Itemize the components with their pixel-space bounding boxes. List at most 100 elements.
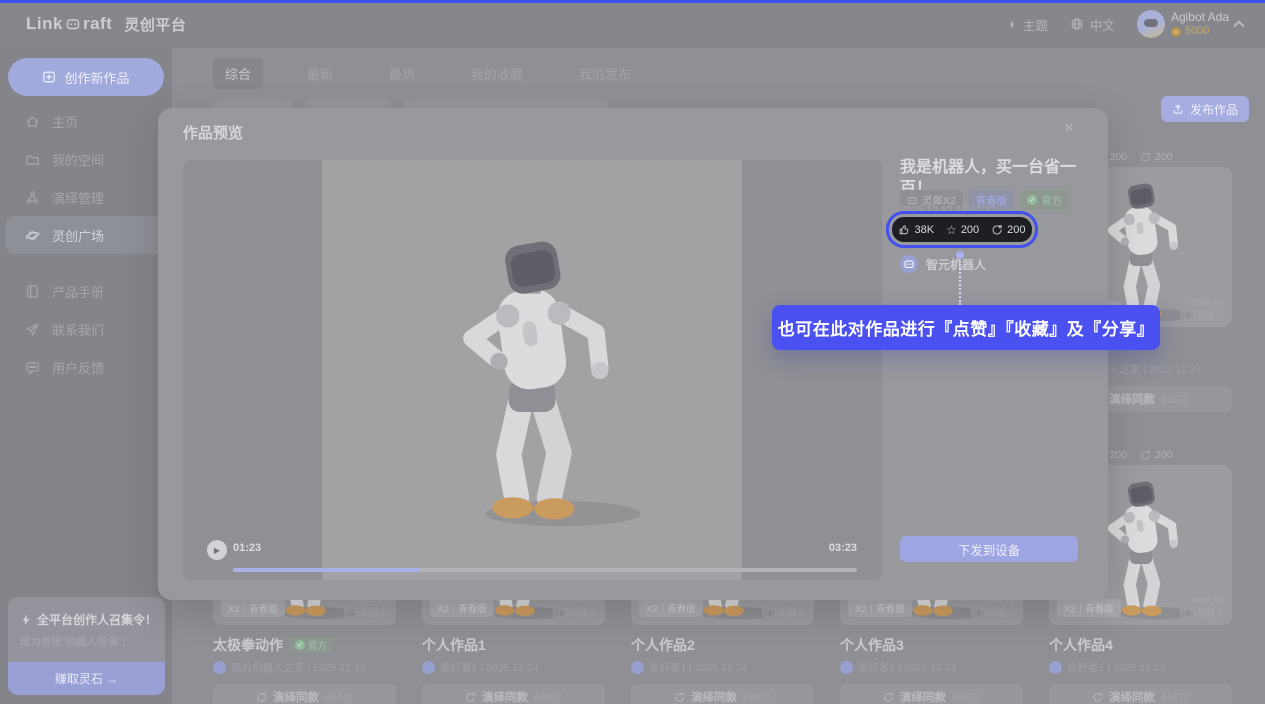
sidebar: 创作新作品 主页 我的空间 演绎管理 灵创广场 产品手册: [0, 48, 172, 704]
work-preview-modal: 作品预览 × ▶ 01:23 03:23 我是机器人，买一台省一百！ 灵犀X2 …: [158, 108, 1108, 600]
folder-icon: [25, 152, 40, 167]
coin-icon: [1171, 27, 1181, 37]
current-time: 01:23: [233, 542, 261, 554]
model-tag: X2｜青春版: [1057, 599, 1121, 617]
book-icon: [25, 284, 40, 299]
connector-dot: [956, 251, 964, 259]
planet-icon: [25, 228, 40, 243]
total-time: 03:23: [829, 542, 857, 554]
author-avatar: [213, 661, 226, 674]
sidebar-item-my-space[interactable]: 我的空间: [0, 140, 172, 178]
reuse-button[interactable]: 演绎同款666次: [631, 684, 814, 704]
language-selector[interactable]: 中文: [1070, 15, 1115, 34]
user-menu[interactable]: Agibot Ada 5000: [1137, 10, 1243, 39]
promo-title: 全平台创作人召集令！: [20, 611, 165, 628]
connector-dashed-line: [959, 261, 961, 305]
card-title: 个人作品1: [422, 635, 486, 655]
progress-bar[interactable]: [233, 568, 857, 572]
card-title: 个人作品3: [840, 635, 904, 655]
share-stat: 200: [1140, 151, 1173, 163]
loop-icon: [674, 692, 685, 703]
check-icon: ✓: [295, 640, 305, 650]
card-author: 爱好者1 | 2025.12.24: [840, 660, 1023, 675]
close-icon[interactable]: ×: [1064, 118, 1074, 138]
author-avatar: [631, 661, 644, 674]
card-author: 爱好者1 | 2025.12.24: [1049, 660, 1232, 675]
card-title: 个人作品4: [1049, 635, 1113, 655]
favorite-button[interactable]: ☆200: [946, 223, 979, 237]
reuse-button[interactable]: 演绎同款666次: [422, 684, 605, 704]
video-player: ▶ 01:23 03:23: [183, 160, 882, 580]
theme-icon: ◐: [1009, 17, 1017, 31]
reuse-button[interactable]: 演绎同款666次: [213, 684, 396, 704]
robot-face-icon: [65, 16, 81, 32]
model-tag: X2｜青春版: [221, 599, 285, 617]
reuse-button[interactable]: 演绎同款666次: [840, 684, 1023, 704]
home-icon: [25, 114, 40, 129]
author-avatar: [900, 255, 918, 273]
play-button[interactable]: ▶: [207, 540, 227, 560]
sidebar-item-home[interactable]: 主页: [0, 102, 172, 140]
sidebar-item-performance[interactable]: 演绎管理: [0, 178, 172, 216]
model-tag: X2｜青春版: [430, 599, 494, 617]
deploy-to-device-button[interactable]: 下发到设备: [900, 536, 1078, 562]
loop-icon: [883, 692, 894, 703]
share-icon: [991, 224, 1003, 236]
sidebar-item-contact[interactable]: 联系我们: [0, 310, 172, 348]
earn-gems-button[interactable]: 赚取灵石 →: [8, 662, 165, 695]
author-avatar: [840, 661, 853, 674]
loop-icon: [465, 692, 476, 703]
paper-plane-icon: [25, 322, 40, 337]
globe-icon: [1070, 17, 1084, 31]
robot-render: [416, 224, 649, 534]
network-icon: [25, 190, 40, 205]
loop-icon: [1092, 692, 1103, 703]
progress-fill: [233, 568, 420, 572]
logo-text-prefix: Link: [26, 14, 63, 34]
card-author: 爱好者1 | 2025.12.24: [631, 660, 814, 675]
reuse-button[interactable]: 演绎同款666次: [1049, 684, 1232, 704]
official-tag: ✓官方: [1020, 190, 1069, 210]
chevron-up-icon: [1233, 20, 1244, 31]
card-author: 我的机器人之家 | 2025.12.24: [213, 660, 396, 675]
star-icon: ☆: [946, 223, 957, 237]
made-by-label: made by智元机器人: [1179, 295, 1224, 322]
card-title: 太极拳动作: [213, 635, 283, 655]
logo-text-cn: 灵创平台: [124, 14, 186, 35]
model-tag: X2｜青春版: [639, 599, 703, 617]
create-icon: [42, 70, 56, 84]
video-frame: [322, 160, 742, 580]
app-logo: Link raft 灵创平台: [26, 14, 186, 35]
top-accent-strip: [0, 0, 1265, 3]
model-tag: X2｜青春版: [848, 599, 912, 617]
official-badge: ✓官方: [289, 637, 333, 653]
create-work-button[interactable]: 创作新作品: [8, 58, 164, 96]
author-avatar: [422, 661, 435, 674]
sidebar-item-manual[interactable]: 产品手册: [0, 272, 172, 310]
share-button[interactable]: 200: [991, 224, 1025, 236]
lightning-icon: [20, 614, 32, 626]
creator-promo-card: 全平台创作人召集令！ 成为首批“机器人导演”！ 赚取灵石 →: [8, 597, 165, 695]
like-button[interactable]: 38K: [898, 224, 934, 236]
share-stat: 200: [1140, 449, 1173, 461]
topbar: Link raft 灵创平台 ◐ 主题 中文 Agibot Ada 5000: [0, 0, 1265, 48]
avatar: [1137, 10, 1165, 38]
made-by-label: made by智元机器人: [1179, 593, 1224, 620]
coin-balance: 5000: [1171, 25, 1229, 39]
theme-toggle[interactable]: ◐ 主题: [1009, 15, 1048, 34]
loop-icon: [256, 692, 267, 703]
work-actions: 38K ☆200 200: [892, 217, 1032, 242]
promo-subtitle: 成为首批“机器人导演”！: [20, 634, 165, 649]
author-avatar: [1049, 661, 1062, 674]
sidebar-menu: 主页 我的空间 演绎管理 灵创广场 产品手册 联系我们: [0, 102, 172, 386]
sidebar-item-feedback[interactable]: 用户反馈: [0, 348, 172, 386]
card-author: 爱好者1 | 2025.12.24: [422, 660, 605, 675]
user-name: Agibot Ada: [1171, 10, 1229, 25]
chat-icon: [25, 360, 40, 375]
thumbs-up-icon: [898, 224, 910, 236]
share-icon: [1140, 450, 1151, 461]
share-icon: [1140, 152, 1151, 163]
work-author[interactable]: 智元机器人: [900, 255, 986, 273]
modal-title: 作品预览: [183, 122, 243, 143]
sidebar-item-marketplace[interactable]: 灵创广场: [6, 216, 166, 254]
